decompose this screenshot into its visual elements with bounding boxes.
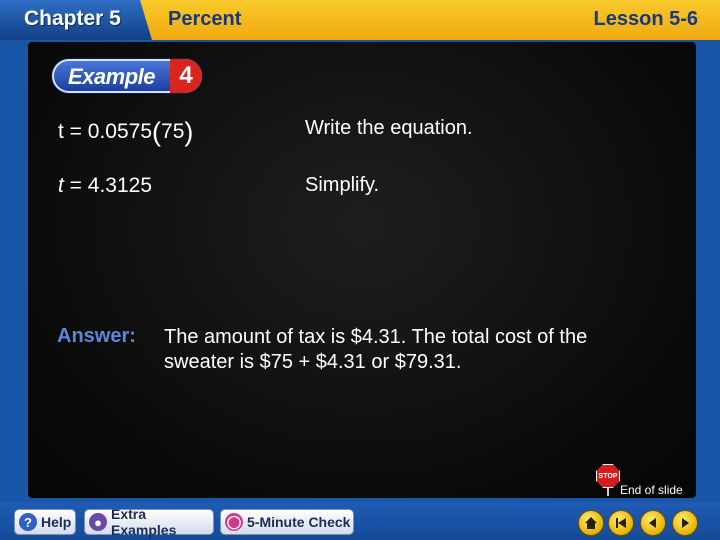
- example-badge: Example 4: [52, 59, 202, 93]
- help-button[interactable]: ? Help: [14, 509, 76, 535]
- clock-icon: ◯: [225, 513, 243, 531]
- equation-expression: = 0.0575: [63, 120, 153, 143]
- arrow-right-icon: [682, 518, 689, 528]
- first-slide-button[interactable]: [608, 510, 634, 536]
- previous-slide-button[interactable]: [640, 510, 666, 536]
- equation-result: = 4.3125: [63, 174, 153, 197]
- extra-examples-label: Extra Examples: [111, 506, 177, 538]
- equation-step-2: t = 4.3125: [58, 174, 152, 198]
- topic-label: Percent: [168, 8, 242, 30]
- help-button-label: Help: [41, 514, 72, 530]
- arrow-left-icon: [649, 518, 656, 528]
- next-slide-button[interactable]: [672, 510, 698, 536]
- extra-examples-button[interactable]: ● Extra Examples: [84, 506, 214, 538]
- five-minute-check-button[interactable]: ◯ 5-Minute Check: [220, 509, 354, 535]
- people-icon: ●: [89, 513, 107, 531]
- equation-argument: 75: [161, 120, 185, 143]
- question-mark-icon: ?: [19, 513, 37, 531]
- five-minute-check-label: 5-Minute Check: [247, 514, 351, 530]
- equation-step-1: t = 0.0575(75): [58, 119, 193, 146]
- close-paren: ): [184, 117, 194, 147]
- home-icon: [585, 517, 597, 529]
- slide-content-panel: [28, 42, 696, 498]
- step-description-2: Simplify.: [305, 174, 380, 196]
- example-word: Example: [68, 64, 156, 89]
- lesson-label: Lesson 5-6: [593, 8, 698, 30]
- stop-sign-post: [607, 488, 609, 496]
- answer-text: The amount of tax is $4.31. The total co…: [164, 326, 588, 373]
- skip-back-icon: [616, 518, 626, 528]
- home-button[interactable]: [578, 510, 604, 536]
- chapter-label: Chapter 5: [24, 7, 121, 30]
- end-of-slide-label: End of slide: [620, 483, 683, 497]
- open-paren: (: [152, 117, 162, 147]
- step-description-1: Write the equation.: [305, 117, 473, 139]
- answer-label: Answer:: [57, 325, 136, 347]
